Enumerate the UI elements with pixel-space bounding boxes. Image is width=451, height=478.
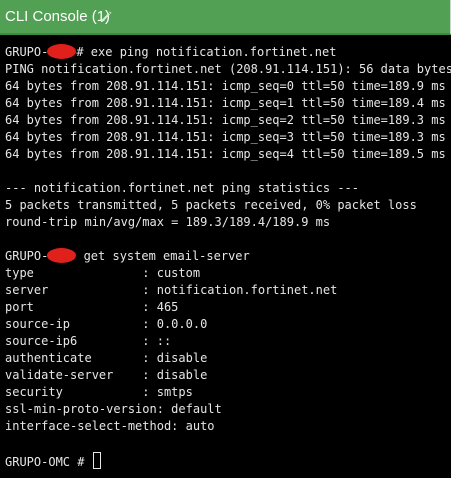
config-line: interface-select-method: auto xyxy=(5,419,215,433)
ping-reply: 64 bytes from 208.91.114.151: icmp_seq=4… xyxy=(5,147,446,161)
redaction-mark xyxy=(47,44,77,59)
config-line: validate-server : disable xyxy=(5,368,208,382)
email-command: get system email-server xyxy=(76,249,250,263)
config-line: server : notification.fortinet.net xyxy=(5,283,338,297)
pencil-icon[interactable] xyxy=(99,10,113,24)
ping-reply: 64 bytes from 208.91.114.151: icmp_seq=0… xyxy=(5,79,446,93)
prompt-host: GRUPO- xyxy=(5,45,49,59)
terminal-output[interactable]: GRUPO- # exe ping notification.fortinet.n… xyxy=(0,44,451,478)
prompt-host: GRUPO- xyxy=(5,249,49,263)
redaction-mark xyxy=(47,248,77,263)
config-line: type : custom xyxy=(5,266,201,280)
config-line: source-ip : 0.0.0.0 xyxy=(5,317,208,331)
config-line: security : smtps xyxy=(5,385,193,399)
console-title: CLI Console (1) xyxy=(5,8,111,25)
cli-console-window: CLI Console (1) GRUPO- # exe ping notific… xyxy=(0,0,451,478)
final-prompt-line[interactable]: GRUPO-OMC # xyxy=(5,452,451,469)
config-line: authenticate : disable xyxy=(5,351,208,365)
config-line: port : 465 xyxy=(5,300,179,314)
ping-command: # exe ping notification.fortinet.net xyxy=(76,45,337,59)
ping-stats-packets: 5 packets transmitted, 5 packets receive… xyxy=(5,198,417,212)
console-titlebar: CLI Console (1) xyxy=(0,0,451,35)
ping-reply: 64 bytes from 208.91.114.151: icmp_seq=3… xyxy=(5,130,446,144)
config-line: source-ip6 : :: xyxy=(5,334,172,348)
final-prompt: GRUPO-OMC # xyxy=(5,455,92,469)
text-cursor[interactable] xyxy=(92,452,101,469)
ping-command-line: GRUPO- # exe ping notification.fortinet.n… xyxy=(5,44,451,61)
email-command-line: GRUPO- get system email-server xyxy=(5,248,451,265)
ping-reply: 64 bytes from 208.91.114.151: icmp_seq=2… xyxy=(5,113,446,127)
config-line: ssl-min-proto-version: default xyxy=(5,402,222,416)
ping-reply: 64 bytes from 208.91.114.151: icmp_seq=1… xyxy=(5,96,446,110)
ping-stats-header: --- notification.fortinet.net ping stati… xyxy=(5,181,360,195)
ping-stats-rtt: round-trip min/avg/max = 189.3/189.4/189… xyxy=(5,215,331,229)
ping-header: PING notification.fortinet.net (208.91.1… xyxy=(5,62,451,76)
